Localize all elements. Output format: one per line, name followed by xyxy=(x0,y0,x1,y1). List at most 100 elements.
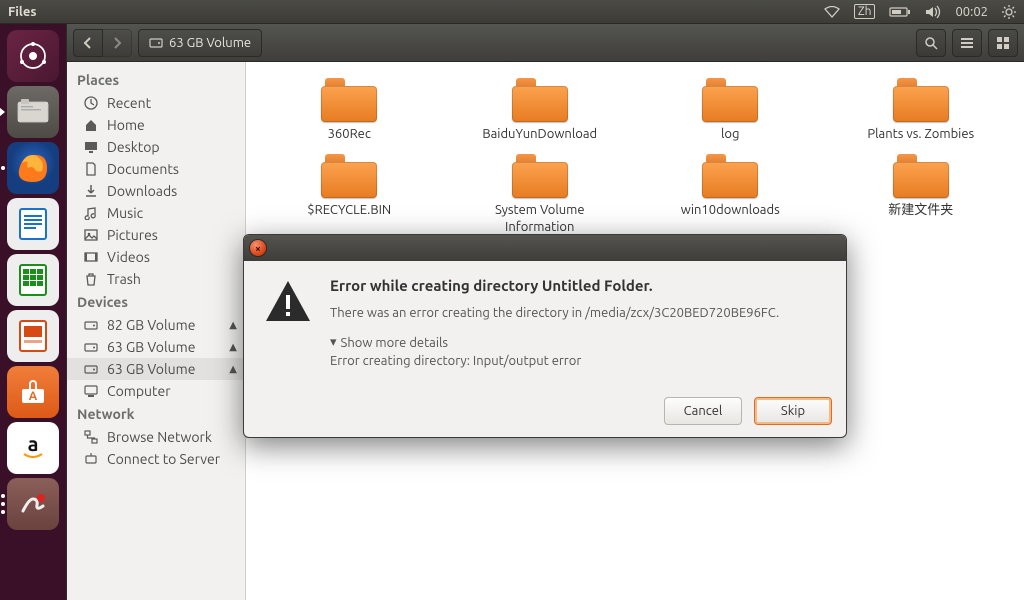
folder-item[interactable]: log xyxy=(635,76,826,144)
sidebar-item-label: Browse Network xyxy=(107,429,212,445)
sidebar-item-label: Pictures xyxy=(107,227,158,243)
sidebar-device-item[interactable]: 63 GB Volume▲ xyxy=(67,336,245,358)
music-icon xyxy=(83,205,99,221)
eject-icon[interactable]: ▲ xyxy=(229,319,237,331)
sidebar-item-label: Home xyxy=(107,117,145,133)
dialog-close-button[interactable]: × xyxy=(250,240,266,256)
document-icon xyxy=(83,161,99,177)
drive-icon xyxy=(83,317,99,333)
launcher-item-firefox[interactable] xyxy=(7,142,59,194)
skip-button[interactable]: Skip xyxy=(754,397,832,425)
sidebar-item-trash[interactable]: Trash xyxy=(67,268,245,290)
clock-icon xyxy=(83,95,99,111)
sidebar: Places Recent Home Desktop Documents Downloa… xyxy=(67,62,246,600)
location-breadcrumb[interactable]: 63 GB Volume xyxy=(138,29,262,57)
network-icon xyxy=(83,429,99,445)
trash-icon xyxy=(83,271,99,287)
eject-icon[interactable]: ▲ xyxy=(229,363,237,375)
pictures-icon xyxy=(83,227,99,243)
folder-label: 360Rec xyxy=(328,126,371,142)
drive-icon xyxy=(83,339,99,355)
top-menubar: Files Zh 00:02 xyxy=(0,0,1024,24)
eject-icon[interactable]: ▲ xyxy=(229,341,237,353)
sidebar-network-item[interactable]: Browse Network xyxy=(67,426,245,448)
launcher-item-calc[interactable] xyxy=(7,254,59,306)
sidebar-heading-places: Places xyxy=(67,68,245,92)
launcher-item-impress[interactable] xyxy=(7,310,59,362)
network-wifi-icon[interactable] xyxy=(824,6,840,18)
sidebar-item-home[interactable]: Home xyxy=(67,114,245,136)
view-grid-button[interactable] xyxy=(988,29,1018,57)
cancel-button[interactable]: Cancel xyxy=(664,397,742,425)
dialog-message: There was an error creating the director… xyxy=(330,304,779,324)
nav-forward-button[interactable] xyxy=(102,29,132,57)
folder-label: log xyxy=(721,126,740,142)
folder-label: 新建文件夹 xyxy=(888,202,953,218)
folder-label: win10downloads xyxy=(681,202,780,218)
launcher-item-dash[interactable] xyxy=(7,30,59,82)
error-dialog: × Error while creating directory Untitle… xyxy=(243,234,847,438)
chevron-down-icon: ▾ xyxy=(330,335,337,350)
warning-icon xyxy=(264,277,312,325)
sidebar-item-recent[interactable]: Recent xyxy=(67,92,245,114)
drive-icon xyxy=(83,361,99,377)
sidebar-item-label: 82 GB Volume xyxy=(107,317,195,333)
dialog-titlebar[interactable]: × xyxy=(244,235,846,261)
folder-label: System Volume Information xyxy=(465,202,615,235)
folder-item[interactable]: Plants vs. Zombies xyxy=(826,76,1017,144)
sidebar-item-videos[interactable]: Videos xyxy=(67,246,245,268)
sidebar-network-item[interactable]: Connect to Server xyxy=(67,448,245,470)
sidebar-item-desktop[interactable]: Desktop xyxy=(67,136,245,158)
connect-icon xyxy=(83,451,99,467)
battery-icon[interactable] xyxy=(889,6,911,18)
folder-item[interactable]: System Volume Information xyxy=(445,152,636,237)
folder-icon xyxy=(321,154,377,198)
sidebar-device-item[interactable]: 63 GB Volume▲ xyxy=(67,358,245,380)
folder-label: $RECYCLE.BIN xyxy=(307,202,391,218)
session-gear-icon[interactable] xyxy=(1002,5,1016,19)
drive-icon xyxy=(149,36,163,50)
sidebar-item-downloads[interactable]: Downloads xyxy=(67,180,245,202)
launcher-item-writer[interactable] xyxy=(7,198,59,250)
sidebar-item-label: Recent xyxy=(107,95,151,111)
sidebar-item-label: Documents xyxy=(107,161,179,177)
sidebar-item-label: Trash xyxy=(107,271,141,287)
view-list-button[interactable] xyxy=(952,29,982,57)
folder-icon xyxy=(512,154,568,198)
folder-icon xyxy=(512,78,568,122)
folder-label: BaiduYunDownload xyxy=(482,126,597,142)
sidebar-item-documents[interactable]: Documents xyxy=(67,158,245,180)
sidebar-heading-network: Network xyxy=(67,402,245,426)
dialog-title: Error while creating directory Untitled … xyxy=(330,277,779,294)
computer-icon xyxy=(83,383,99,399)
svg-text:a: a xyxy=(28,432,39,455)
clock-time[interactable]: 00:02 xyxy=(955,5,988,19)
launcher-item-software[interactable]: A xyxy=(7,366,59,418)
sidebar-device-item[interactable]: 82 GB Volume ▲ xyxy=(67,314,245,336)
sidebar-device-item[interactable]: Computer xyxy=(67,380,245,402)
sidebar-item-pictures[interactable]: Pictures xyxy=(67,224,245,246)
launcher-item-settings[interactable] xyxy=(7,478,59,530)
nav-back-button[interactable] xyxy=(73,29,103,57)
videos-icon xyxy=(83,249,99,265)
folder-item[interactable]: win10downloads xyxy=(635,152,826,237)
search-button[interactable] xyxy=(916,29,946,57)
desktop-icon xyxy=(83,139,99,155)
sidebar-item-label: Computer xyxy=(107,383,171,399)
dialog-expander[interactable]: ▾ Show more details xyxy=(330,335,448,350)
active-app-name: Files xyxy=(8,5,36,19)
location-label: 63 GB Volume xyxy=(169,36,251,50)
volume-icon[interactable] xyxy=(925,5,941,19)
launcher-item-files[interactable] xyxy=(7,86,59,138)
folder-item[interactable]: 360Rec xyxy=(254,76,445,144)
input-method-indicator[interactable]: Zh xyxy=(854,4,876,19)
folder-item[interactable]: BaiduYunDownload xyxy=(445,76,636,144)
sidebar-item-label: Music xyxy=(107,205,143,221)
download-icon xyxy=(83,183,99,199)
folder-label: Plants vs. Zombies xyxy=(867,126,974,142)
folder-item[interactable]: 新建文件夹 xyxy=(826,152,1017,237)
folder-icon xyxy=(893,78,949,122)
sidebar-item-music[interactable]: Music xyxy=(67,202,245,224)
folder-item[interactable]: $RECYCLE.BIN xyxy=(254,152,445,237)
launcher-item-amazon[interactable]: a xyxy=(7,422,59,474)
